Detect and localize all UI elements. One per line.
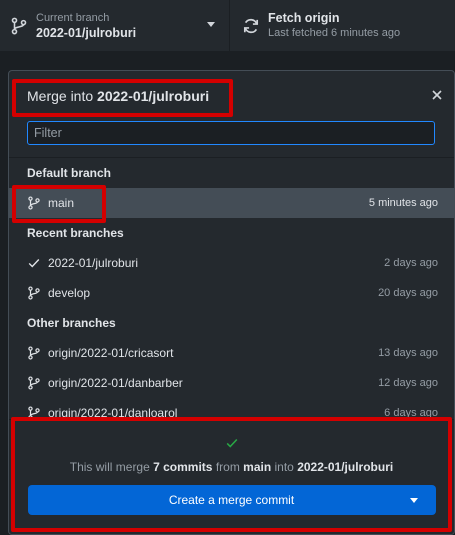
- branch-name: origin/2022-01/danbarber: [48, 376, 183, 390]
- branch-list: Default branch main 5 minutes ago Recent…: [9, 157, 454, 419]
- git-branch-icon: [28, 286, 40, 300]
- merge-button-label: Create a merge commit: [168, 493, 295, 507]
- popover-title: Merge into 2022-01/julroburi: [27, 88, 210, 104]
- close-icon[interactable]: [430, 88, 444, 102]
- current-branch-value: 2022-01/julroburi: [36, 26, 137, 40]
- git-branch-icon: [28, 406, 40, 419]
- popover-header: Merge into 2022-01/julroburi: [9, 71, 454, 121]
- fetch-origin-button[interactable]: Fetch origin Last fetched 6 minutes ago: [230, 0, 455, 52]
- sync-icon: [243, 18, 259, 34]
- branch-time: 2 days ago: [384, 257, 438, 269]
- branch-time: 6 days ago: [384, 407, 438, 419]
- branch-name: origin/2022-01/cricasort: [48, 346, 174, 360]
- merge-summary: This will merge 7 commits from main into…: [69, 460, 394, 474]
- commit-count: 7 commits: [153, 460, 213, 474]
- check-icon: [28, 259, 40, 268]
- merge-footer: This will merge 7 commits from main into…: [9, 419, 454, 534]
- chevron-down-icon: [207, 22, 215, 27]
- current-branch-label: Current branch: [36, 12, 110, 24]
- toolbar: Current branch 2022-01/julroburi Fetch o…: [0, 0, 455, 52]
- branch-time: 13 days ago: [378, 347, 438, 359]
- git-branch-icon: [11, 17, 27, 35]
- source-branch: main: [243, 460, 272, 474]
- target-branch-name: 2022-01/julroburi: [97, 88, 210, 104]
- chevron-down-icon[interactable]: [409, 498, 418, 503]
- branch-item-danbarber[interactable]: origin/2022-01/danbarber 12 days ago: [9, 368, 454, 398]
- branch-item-julroburi[interactable]: 2022-01/julroburi 2 days ago: [9, 248, 454, 278]
- filter-input[interactable]: [27, 121, 435, 145]
- merge-popover: Merge into 2022-01/julroburi Default bra…: [8, 70, 455, 535]
- branch-name: 2022-01/julroburi: [48, 256, 139, 270]
- fetch-subtitle: Last fetched 6 minutes ago: [268, 27, 401, 39]
- section-default-branch: Default branch: [27, 166, 112, 180]
- branch-time: 12 days ago: [378, 377, 438, 389]
- branch-item-cricasort[interactable]: origin/2022-01/cricasort 13 days ago: [9, 338, 454, 368]
- branch-time: 5 minutes ago: [368, 197, 438, 209]
- branch-name: main: [48, 196, 75, 210]
- branch-name: origin/2022-01/danloarol: [48, 406, 178, 419]
- branch-item-main[interactable]: main 5 minutes ago: [9, 188, 454, 218]
- fetch-title: Fetch origin: [268, 11, 340, 25]
- branch-item-develop[interactable]: develop 20 days ago: [9, 278, 454, 308]
- git-branch-icon: [28, 376, 40, 390]
- branch-name: develop: [48, 286, 91, 300]
- branch-item-danloarol[interactable]: origin/2022-01/danloarol 6 days ago: [9, 398, 454, 419]
- section-other-branches: Other branches: [27, 316, 116, 330]
- target-branch: 2022-01/julroburi: [297, 460, 394, 474]
- section-recent-branches: Recent branches: [27, 226, 124, 240]
- check-icon: [226, 438, 237, 448]
- git-branch-icon: [28, 346, 40, 360]
- current-branch-button[interactable]: Current branch 2022-01/julroburi: [0, 0, 230, 52]
- create-merge-commit-button[interactable]: Create a merge commit: [27, 485, 436, 515]
- branch-time: 20 days ago: [378, 287, 438, 299]
- git-branch-icon: [28, 196, 40, 210]
